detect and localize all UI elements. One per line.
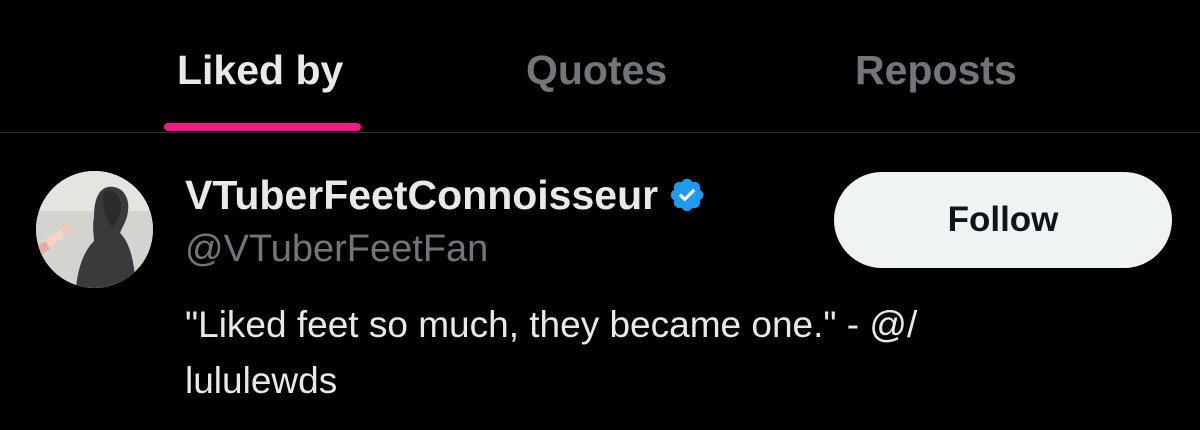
active-tab-indicator — [164, 123, 361, 131]
tab-reposts[interactable]: Reposts — [855, 42, 1017, 98]
user-list-item[interactable]: VTuberFeetConnoisseur @VTuberFeetFan "Li… — [0, 133, 1200, 430]
display-name-row: VTuberFeetConnoisseur — [185, 170, 706, 220]
tab-bar: Liked by Quotes Reposts — [0, 0, 1200, 133]
bio-line: "Liked feet so much, they became one." -… — [185, 304, 918, 345]
user-handle[interactable]: @VTuberFeetFan — [185, 225, 488, 273]
bio-line: lululewds — [185, 360, 338, 401]
avatar[interactable] — [36, 171, 153, 288]
avatar-image — [36, 171, 153, 288]
display-name[interactable]: VTuberFeetConnoisseur — [185, 170, 658, 220]
tab-quotes[interactable]: Quotes — [526, 42, 667, 98]
verified-badge-icon — [668, 176, 706, 214]
follow-button[interactable]: Follow — [834, 172, 1172, 268]
tab-liked-by[interactable]: Liked by — [177, 42, 343, 98]
user-bio: "Liked feet so much, they became one." -… — [185, 297, 1085, 409]
